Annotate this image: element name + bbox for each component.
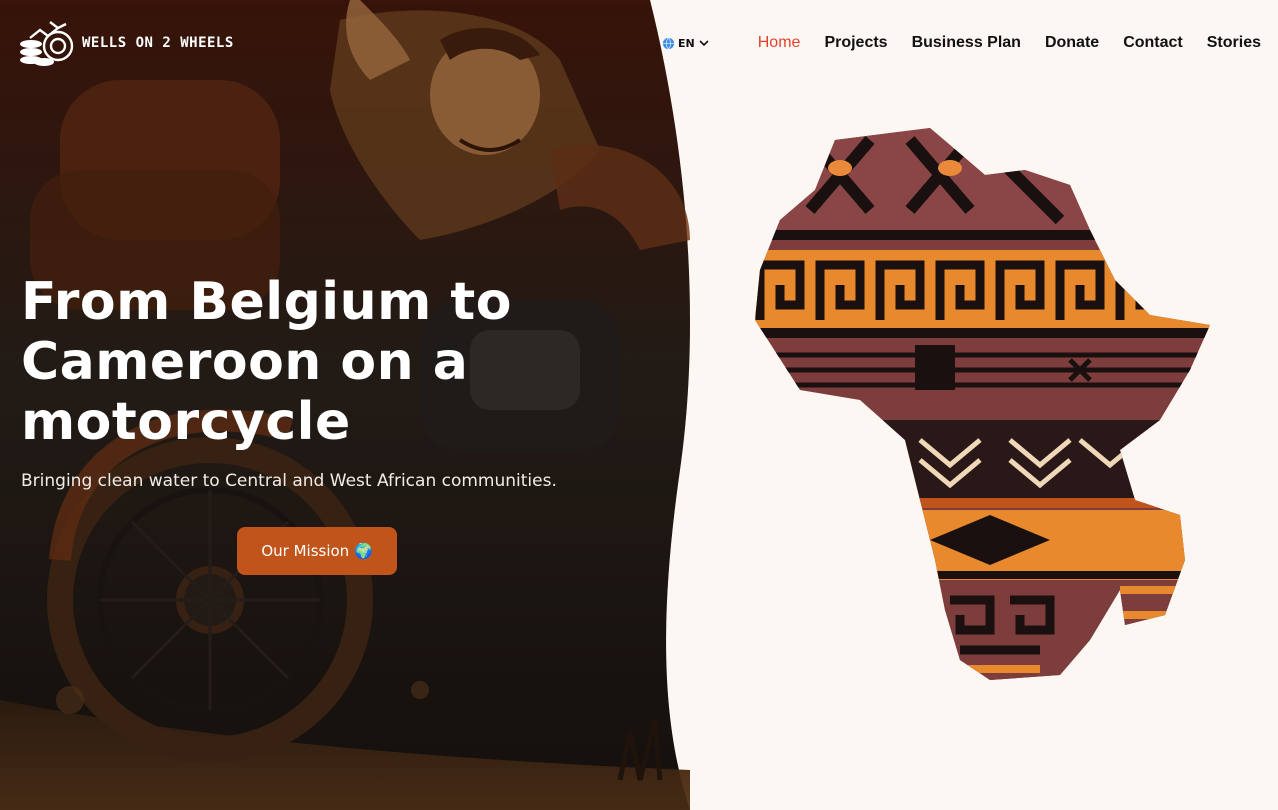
globe-icon <box>662 37 675 49</box>
hero-title: From Belgium to Cameroon on a motorcycle <box>21 272 513 452</box>
brand-name: WELLS ON 2 WHEELS <box>82 35 234 51</box>
main-navigation: EN Home Projects Business Plan Donate Co… <box>662 34 1261 52</box>
language-code: EN <box>678 36 695 50</box>
africa-map-image <box>755 128 1210 680</box>
nav-donate[interactable]: Donate <box>1045 34 1099 52</box>
bicycle-coins-logo-icon <box>20 21 74 66</box>
nav-projects[interactable]: Projects <box>824 34 887 52</box>
our-mission-button[interactable]: Our Mission 🌍 <box>237 527 397 575</box>
nav-stories[interactable]: Stories <box>1207 34 1261 52</box>
brand-logo[interactable]: WELLS ON 2 WHEELS <box>18 16 234 70</box>
nav-business-plan[interactable]: Business Plan <box>912 34 1021 52</box>
nav-home[interactable]: Home <box>758 34 801 52</box>
nav-contact[interactable]: Contact <box>1123 34 1183 52</box>
language-selector[interactable]: EN <box>662 37 710 50</box>
hero-subtitle: Bringing clean water to Central and West… <box>21 471 557 491</box>
chevron-down-icon <box>699 40 709 47</box>
africa-pattern-map <box>740 120 1220 694</box>
